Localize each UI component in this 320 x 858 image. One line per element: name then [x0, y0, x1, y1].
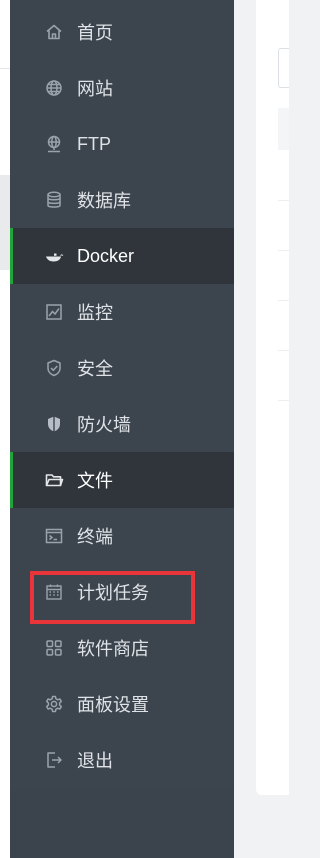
table-row-divider — [278, 250, 289, 251]
folder-icon — [44, 470, 64, 490]
sidebar-item-cron[interactable]: 计划任务 — [10, 564, 234, 620]
left-edge-strip — [0, 0, 10, 858]
docker-icon — [44, 246, 64, 266]
firewall-shield-icon — [44, 414, 64, 434]
table-row-divider — [278, 350, 289, 351]
sidebar-item-label: 首页 — [77, 23, 113, 43]
sidebar-item-home[interactable]: 首页 — [10, 4, 234, 60]
globe-icon — [44, 78, 64, 98]
sidebar-item-docker[interactable]: Docker — [10, 228, 234, 284]
sidebar-item-terminal[interactable]: 终端 — [10, 508, 234, 564]
screen: 首页 网站 FTP 数据库 Docker 监控 安全 防火墙 文件 终端 计划任… — [0, 0, 289, 858]
calendar-icon — [44, 582, 64, 602]
table-row-divider — [278, 400, 289, 401]
table-header-fragment — [278, 108, 289, 150]
sidebar-item-label: 面板设置 — [77, 695, 149, 715]
sidebar-item-label: Docker — [77, 245, 135, 266]
sidebar-item-label: 网站 — [77, 79, 113, 99]
content-panel — [256, 0, 289, 795]
search-input-fragment[interactable] — [278, 48, 289, 88]
sidebar-item-label: 防火墙 — [77, 415, 131, 435]
sidebar-item-firewall[interactable]: 防火墙 — [10, 396, 234, 452]
sidebar-footer — [10, 790, 234, 858]
sidebar-item-files[interactable]: 文件 — [10, 452, 234, 508]
shaded-row — [0, 175, 10, 270]
gear-icon — [44, 694, 64, 714]
sidebar-item-panel-settings[interactable]: 面板设置 — [10, 676, 234, 732]
shield-check-icon — [44, 358, 64, 378]
main-content-edge — [234, 0, 289, 858]
monitor-chart-icon — [44, 302, 64, 322]
sidebar-item-monitor[interactable]: 监控 — [10, 284, 234, 340]
sidebar-item-label: 安全 — [77, 359, 113, 379]
ftp-icon — [44, 134, 64, 154]
table-row-divider — [278, 200, 289, 201]
sidebar-item-ftp[interactable]: FTP — [10, 116, 234, 172]
database-icon — [44, 190, 64, 210]
sidebar-item-label: 计划任务 — [77, 583, 149, 603]
sidebar-item-database[interactable]: 数据库 — [10, 172, 234, 228]
terminal-icon — [44, 526, 64, 546]
active-indicator — [10, 228, 13, 284]
active-indicator — [10, 452, 13, 508]
sidebar: 首页 网站 FTP 数据库 Docker 监控 安全 防火墙 文件 终端 计划任… — [10, 0, 234, 858]
sidebar-item-app-store[interactable]: 软件商店 — [10, 620, 234, 676]
sidebar-item-label: 退出 — [77, 751, 113, 771]
sidebar-item-label: 软件商店 — [77, 639, 149, 659]
sidebar-item-label: 数据库 — [77, 191, 131, 211]
sidebar-item-logout[interactable]: 退出 — [10, 732, 234, 788]
logout-icon — [44, 750, 64, 770]
sidebar-item-label: 文件 — [77, 471, 113, 491]
sidebar-item-label: FTP — [77, 133, 111, 154]
home-icon — [44, 22, 64, 42]
sidebar-item-label: 终端 — [77, 527, 113, 547]
divider-line — [0, 68, 10, 69]
table-row-divider — [278, 300, 289, 301]
apps-grid-icon — [44, 638, 64, 658]
sidebar-item-website[interactable]: 网站 — [10, 60, 234, 116]
sidebar-menu: 首页 网站 FTP 数据库 Docker 监控 安全 防火墙 文件 终端 计划任… — [10, 4, 234, 788]
sidebar-item-security[interactable]: 安全 — [10, 340, 234, 396]
sidebar-item-label: 监控 — [77, 303, 113, 323]
